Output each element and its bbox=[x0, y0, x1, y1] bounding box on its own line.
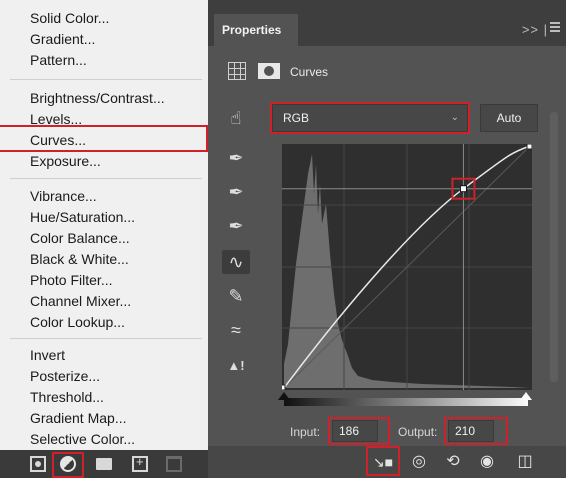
panel-header: Properties >> | bbox=[208, 0, 566, 46]
menu-item-gradient[interactable]: Gradient... bbox=[0, 29, 208, 50]
menu-item-gradient-map[interactable]: Gradient Map... bbox=[0, 408, 208, 429]
input-label: Input: bbox=[290, 425, 321, 439]
mask-icon[interactable] bbox=[30, 456, 46, 472]
new-layer-icon[interactable] bbox=[132, 454, 148, 472]
menu-group-other: Invert Posterize... Threshold... Gradien… bbox=[0, 345, 208, 450]
layers-panel-toolbar bbox=[0, 450, 208, 478]
curve-point-black[interactable] bbox=[282, 384, 286, 390]
menu-item-invert[interactable]: Invert bbox=[0, 345, 208, 366]
clip-to-layer-icon[interactable]: ↘■ bbox=[372, 453, 394, 471]
sample-white-eyedropper-icon[interactable]: ✒ bbox=[222, 214, 250, 238]
menu-group-fill: Solid Color... Gradient... Pattern... bbox=[0, 8, 208, 71]
panel-scrollbar[interactable] bbox=[550, 112, 558, 382]
collapse-control[interactable]: >> | bbox=[522, 22, 548, 37]
menu-item-photo-filter[interactable]: Photo Filter... bbox=[0, 270, 208, 291]
menu-item-channel-mixer[interactable]: Channel Mixer... bbox=[0, 291, 208, 312]
view-previous-icon[interactable]: ◎ bbox=[408, 453, 430, 471]
menu-item-pattern[interactable]: Pattern... bbox=[0, 50, 208, 71]
menu-item-vibrance[interactable]: Vibrance... bbox=[0, 186, 208, 207]
menu-item-solid-color[interactable]: Solid Color... bbox=[0, 8, 208, 29]
curves-adjustment-icon bbox=[228, 62, 246, 80]
sample-gray-eyedropper-icon[interactable]: ✒ bbox=[222, 180, 250, 204]
trash-icon[interactable]: ◫ bbox=[514, 453, 536, 471]
curves-graph-canvas[interactable] bbox=[282, 144, 532, 390]
menu-item-color-lookup[interactable]: Color Lookup... bbox=[0, 312, 208, 333]
layer-mask-icon[interactable] bbox=[258, 63, 280, 79]
visibility-eye-icon[interactable]: ◉ bbox=[476, 453, 498, 471]
menu-item-selective-color[interactable]: Selective Color... bbox=[0, 429, 208, 450]
menu-item-color-balance[interactable]: Color Balance... bbox=[0, 228, 208, 249]
menu-item-threshold[interactable]: Threshold... bbox=[0, 387, 208, 408]
menu-item-exposure[interactable]: Exposure... bbox=[0, 151, 208, 172]
curves-graph[interactable] bbox=[282, 144, 532, 390]
menu-item-brightness-contrast[interactable]: Brightness/Contrast... bbox=[0, 88, 208, 109]
input-field[interactable]: 186 bbox=[332, 420, 378, 442]
channel-select-value: RGB bbox=[283, 111, 310, 125]
tab-properties[interactable]: Properties bbox=[214, 14, 298, 46]
folder-icon[interactable] bbox=[96, 458, 112, 470]
output-label: Output: bbox=[398, 425, 438, 439]
smooth-curve-icon[interactable]: ≈ bbox=[222, 318, 250, 342]
channel-select[interactable]: RGB ⌄ bbox=[272, 104, 468, 132]
menu-separator bbox=[10, 338, 202, 339]
menu-item-posterize[interactable]: Posterize... bbox=[0, 366, 208, 387]
on-image-adjust-icon[interactable]: ☝ bbox=[222, 106, 250, 130]
auto-button[interactable]: Auto bbox=[480, 104, 538, 132]
curve-point-active[interactable] bbox=[459, 185, 467, 193]
adjustment-layer-icon[interactable] bbox=[60, 456, 76, 472]
edit-points-curve-icon[interactable]: ∿ bbox=[222, 250, 250, 274]
properties-bottom-toolbar: ↘■ ◎ ⟲ ◉ ◫ bbox=[208, 446, 566, 478]
white-point-slider[interactable] bbox=[520, 392, 532, 400]
panel-menu-icon[interactable] bbox=[550, 22, 560, 32]
reset-icon[interactable]: ⟲ bbox=[442, 453, 464, 471]
chevron-down-icon: ⌄ bbox=[450, 112, 459, 123]
sample-black-eyedropper-icon[interactable]: ✒ bbox=[222, 146, 250, 170]
adjustment-title: Curves bbox=[290, 65, 329, 79]
menu-item-black-white[interactable]: Black & White... bbox=[0, 249, 208, 270]
properties-panel: Properties >> | Curves ☝ ✒ ✒ ✒ ∿ ✎ ≈ ▲! … bbox=[208, 0, 566, 478]
menu-separator bbox=[10, 79, 202, 80]
adjustment-layer-menu: Solid Color... Gradient... Pattern... Br… bbox=[0, 0, 208, 478]
menu-group-color: Vibrance... Hue/Saturation... Color Bala… bbox=[0, 186, 208, 333]
output-field[interactable]: 210 bbox=[448, 420, 494, 442]
curves-highlight-box bbox=[0, 125, 208, 152]
input-gradient-bar bbox=[284, 398, 528, 406]
menu-item-hue-saturation[interactable]: Hue/Saturation... bbox=[0, 207, 208, 228]
menu-separator bbox=[10, 178, 202, 179]
black-point-slider[interactable] bbox=[278, 392, 290, 400]
curve-point-white[interactable] bbox=[526, 144, 532, 150]
draw-pencil-icon[interactable]: ✎ bbox=[222, 284, 250, 308]
clipping-warning-icon[interactable]: ▲! bbox=[222, 354, 250, 378]
trash-icon[interactable] bbox=[166, 456, 182, 472]
